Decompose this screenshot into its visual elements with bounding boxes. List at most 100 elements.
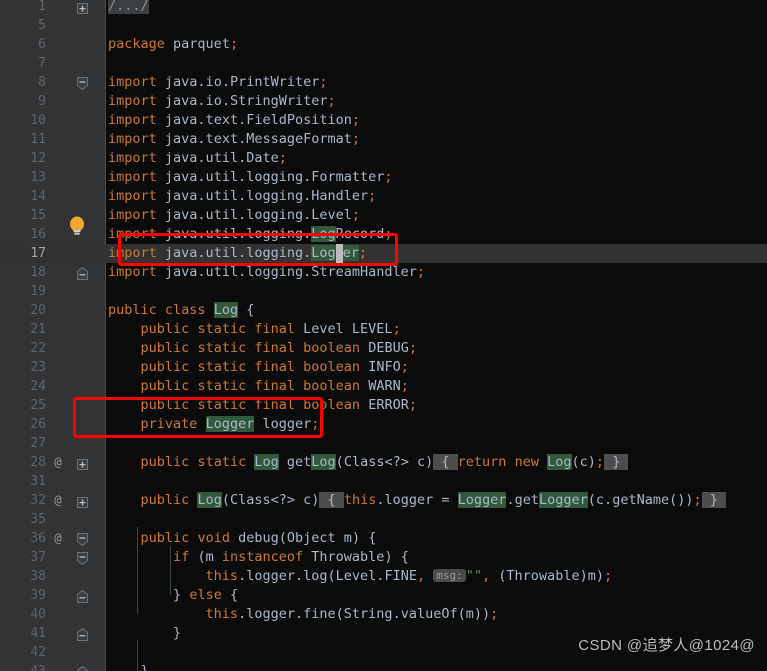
code-line[interactable]: 27 xyxy=(0,434,767,453)
code-text[interactable]: public static final boolean WARN; xyxy=(108,377,409,396)
code-line[interactable]: 40 this.logger.fine(String.valueOf(m)); xyxy=(0,605,767,624)
code-line[interactable]: 5 xyxy=(0,16,767,35)
code-text[interactable]: private Logger logger; xyxy=(108,415,319,434)
line-number: 6 xyxy=(38,37,46,52)
line-number: 5 xyxy=(38,18,46,33)
code-text[interactable]: public static final Level LEVEL; xyxy=(108,320,401,339)
code-text[interactable]: } else { xyxy=(108,586,238,605)
code-line[interactable]: 17 import java.util.logging.Logger; xyxy=(0,244,767,263)
code-text[interactable]: } xyxy=(108,662,149,671)
code-text[interactable]: if (m instanceof Throwable) { xyxy=(108,548,409,567)
line-number: 10 xyxy=(30,113,46,128)
annotation-marker-icon[interactable]: @ xyxy=(50,491,66,510)
code-line[interactable]: 6 package parquet; xyxy=(0,35,767,54)
intention-lightbulb-icon[interactable] xyxy=(68,216,86,236)
line-number: 13 xyxy=(30,170,46,185)
code-line[interactable]: 21 public static final Level LEVEL; xyxy=(0,320,767,339)
code-line[interactable]: 24 public static final boolean WARN; xyxy=(0,377,767,396)
code-text[interactable]: this.logger.log(Level.FINE, msg: "", (Thr… xyxy=(108,567,613,586)
code-line[interactable]: 10 import java.text.FieldPosition; xyxy=(0,111,767,130)
fold-toggle-icon[interactable] xyxy=(77,457,88,470)
code-line[interactable]: 26 private Logger logger; xyxy=(0,415,767,434)
code-text[interactable]: import java.util.logging.Formatter; xyxy=(108,168,393,187)
code-text[interactable]: import java.io.PrintWriter; xyxy=(108,73,328,92)
line-number: 17 xyxy=(30,246,46,261)
line-number: 38 xyxy=(30,569,46,584)
code-line[interactable]: 38 this.logger.log(Level.FINE, msg: "", (… xyxy=(0,567,767,586)
code-text[interactable]: public static final boolean INFO; xyxy=(108,358,409,377)
annotation-marker-icon[interactable]: @ xyxy=(50,453,66,472)
line-number: 11 xyxy=(30,132,46,147)
code-line[interactable]: 9 import java.io.StringWriter; xyxy=(0,92,767,111)
code-line[interactable]: 7 xyxy=(0,54,767,73)
code-text[interactable]: import java.util.logging.LogRecord; xyxy=(108,225,393,244)
code-line[interactable]: 14 import java.util.logging.Handler; xyxy=(0,187,767,206)
code-line[interactable]: 8 import java.io.PrintWriter; xyxy=(0,73,767,92)
code-text[interactable]: import java.text.FieldPosition; xyxy=(108,111,360,130)
line-number: 20 xyxy=(30,303,46,318)
code-line[interactable]: 28 @ public static Log getLog(Class<?> c)… xyxy=(0,453,767,472)
code-text[interactable]: public class Log { xyxy=(108,301,254,320)
code-line[interactable]: 32 @ public Log(Class<?> c) { this.logger… xyxy=(0,491,767,510)
code-text[interactable]: public static Log getLog(Class<?> c) { r… xyxy=(108,453,629,472)
line-number: 22 xyxy=(30,341,46,356)
fold-toggle-icon[interactable] xyxy=(77,665,88,671)
code-line[interactable]: 25 public static final boolean ERROR; xyxy=(0,396,767,415)
code-line[interactable]: 37 if (m instanceof Throwable) { xyxy=(0,548,767,567)
fold-toggle-icon[interactable] xyxy=(77,495,88,508)
code-line[interactable]: 1 /.../ xyxy=(0,0,767,16)
code-text[interactable]: import java.util.logging.StreamHandler; xyxy=(108,263,425,282)
fold-toggle-icon[interactable] xyxy=(77,589,88,603)
line-number: 15 xyxy=(30,208,46,223)
code-text[interactable]: public void debug(Object m) { xyxy=(108,529,377,548)
code-line[interactable]: 18 import java.util.logging.StreamHandler… xyxy=(0,263,767,282)
code-text[interactable]: } xyxy=(108,624,181,643)
line-number: 9 xyxy=(38,94,46,109)
line-number: 24 xyxy=(30,379,46,394)
annotation-marker-icon[interactable]: @ xyxy=(50,529,66,548)
fold-toggle-icon[interactable] xyxy=(77,1,88,14)
code-text[interactable]: import java.util.logging.Logger; xyxy=(108,244,367,263)
code-line[interactable]: 16 import java.util.logging.LogRecord; xyxy=(0,225,767,244)
code-line[interactable]: 35 xyxy=(0,510,767,529)
line-number: 25 xyxy=(30,398,46,413)
code-line[interactable]: 11 import java.text.MessageFormat; xyxy=(0,130,767,149)
line-number: 21 xyxy=(30,322,46,337)
code-line[interactable]: 15 import java.util.logging.Level; xyxy=(0,206,767,225)
line-number: 31 xyxy=(30,474,46,489)
fold-toggle-icon[interactable] xyxy=(77,266,88,280)
code-line[interactable]: 20 public class Log { xyxy=(0,301,767,320)
code-line[interactable]: 13 import java.util.logging.Formatter; xyxy=(0,168,767,187)
code-line[interactable]: 39 } else { xyxy=(0,586,767,605)
code-line[interactable]: 36 @ public void debug(Object m) { xyxy=(0,529,767,548)
code-text[interactable]: import java.io.StringWriter; xyxy=(108,92,336,111)
fold-toggle-icon[interactable] xyxy=(77,533,88,547)
code-line[interactable]: 43 } xyxy=(0,662,767,671)
fold-toggle-icon[interactable] xyxy=(77,552,88,566)
line-number: 39 xyxy=(30,588,46,603)
code-text[interactable]: public Log(Class<?> c) { this.logger = L… xyxy=(108,491,727,510)
code-line[interactable]: 23 public static final boolean INFO; xyxy=(0,358,767,377)
code-text[interactable]: /.../ xyxy=(108,0,149,16)
code-line[interactable]: 31 xyxy=(0,472,767,491)
code-text[interactable]: public static final boolean DEBUG; xyxy=(108,339,417,358)
fold-toggle-icon[interactable] xyxy=(77,77,88,91)
code-text[interactable]: import java.text.MessageFormat; xyxy=(108,130,360,149)
line-number: 36 xyxy=(30,531,46,546)
line-number: 19 xyxy=(30,284,46,299)
code-text[interactable]: import java.util.logging.Level; xyxy=(108,206,360,225)
line-number: 40 xyxy=(30,607,46,622)
fold-toggle-icon[interactable] xyxy=(77,627,88,641)
code-text[interactable]: import java.util.Date; xyxy=(108,149,287,168)
code-text[interactable]: import java.util.logging.Handler; xyxy=(108,187,376,206)
code-line[interactable]: 22 public static final boolean DEBUG; xyxy=(0,339,767,358)
line-number: 43 xyxy=(0,662,46,671)
code-line[interactable]: 12 import java.util.Date; xyxy=(0,149,767,168)
line-number: 18 xyxy=(30,265,46,280)
code-text[interactable]: this.logger.fine(String.valueOf(m)); xyxy=(108,605,499,624)
line-number: 12 xyxy=(30,151,46,166)
code-editor-screenshot: 1 /.../ 5 6 package parquet; 7 8 import java.io… xyxy=(0,0,767,671)
code-text[interactable]: public static final boolean ERROR; xyxy=(108,396,417,415)
code-line[interactable]: 19 xyxy=(0,282,767,301)
code-text[interactable]: package parquet; xyxy=(108,35,238,54)
